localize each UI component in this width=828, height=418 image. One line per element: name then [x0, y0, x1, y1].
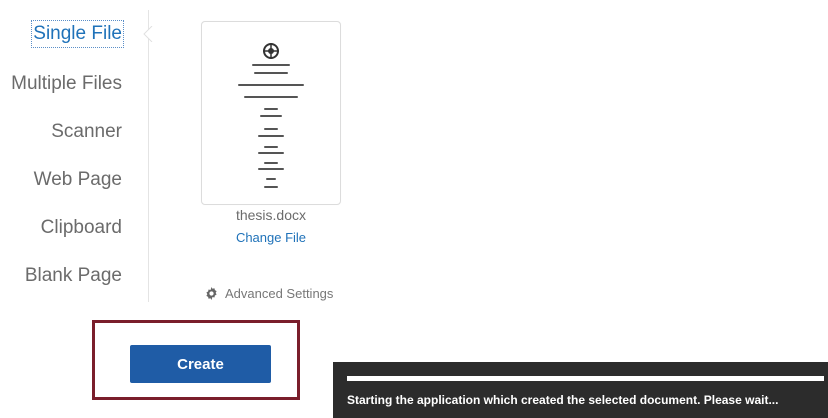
- advanced-settings-button[interactable]: Advanced Settings: [205, 286, 333, 301]
- gear-icon: [206, 287, 217, 300]
- source-blank-page[interactable]: Blank Page: [25, 264, 122, 288]
- source-multiple-files[interactable]: Multiple Files: [11, 72, 122, 96]
- progress-bar: [347, 376, 824, 381]
- selection-notch-icon: [143, 26, 153, 42]
- nav-divider: [148, 10, 149, 302]
- source-scanner[interactable]: Scanner: [51, 120, 122, 144]
- change-file-link[interactable]: Change File: [201, 230, 341, 245]
- status-toast: Starting the application which created t…: [333, 362, 828, 418]
- source-single-file[interactable]: Single File: [31, 20, 124, 48]
- create-button[interactable]: Create: [130, 345, 271, 383]
- file-name: thesis.docx: [235, 207, 307, 223]
- emblem-icon: [263, 43, 279, 59]
- status-message: Starting the application which created t…: [347, 393, 779, 407]
- advanced-settings-label: Advanced Settings: [225, 286, 334, 301]
- document-thumbnail[interactable]: [201, 21, 341, 205]
- source-web-page[interactable]: Web Page: [34, 168, 122, 192]
- source-clipboard[interactable]: Clipboard: [41, 216, 122, 240]
